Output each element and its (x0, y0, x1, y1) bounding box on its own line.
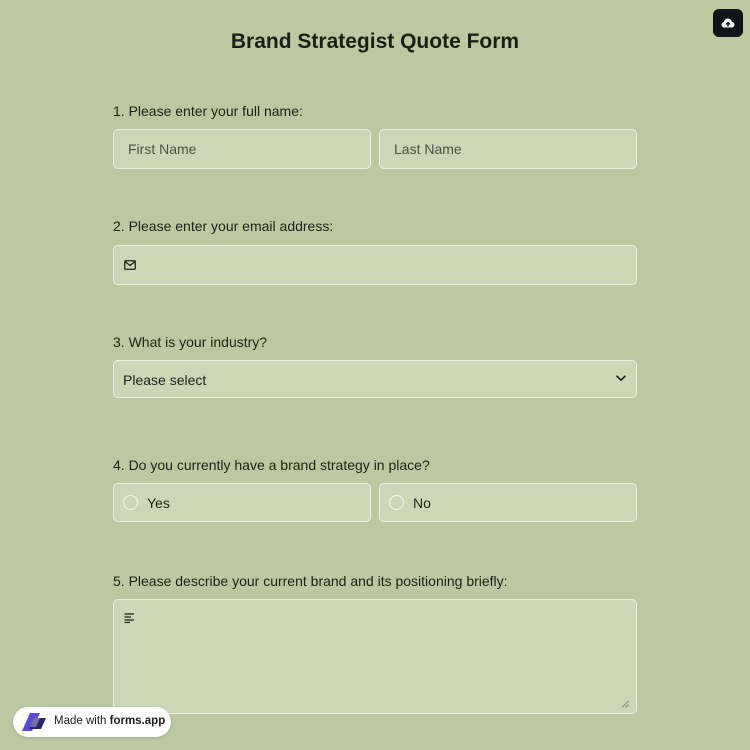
question-3-label: 3. What is your industry? (113, 334, 268, 350)
chevron-down-icon (616, 375, 626, 381)
resize-handle-icon[interactable] (621, 700, 629, 708)
radio-button-no[interactable] (389, 495, 404, 510)
question-2-label: 2. Please enter your email address: (113, 218, 334, 234)
forms-app-brand: forms.app (109, 715, 166, 727)
text-lines-icon (124, 613, 134, 623)
radio-option-yes[interactable]: Yes (113, 483, 371, 522)
cloud-upload-icon (721, 18, 735, 28)
question-4-label: 4. Do you currently have a brand strateg… (113, 457, 430, 473)
made-with-badge[interactable]: Made with forms.app (13, 707, 171, 737)
industry-select-value: Please select (123, 372, 207, 388)
last-name-placeholder: Last Name (394, 141, 462, 157)
first-name-input[interactable]: First Name (113, 129, 371, 169)
form-title: Brand Strategist Quote Form (230, 30, 520, 53)
radio-option-no[interactable]: No (379, 483, 637, 522)
last-name-input[interactable]: Last Name (379, 129, 637, 169)
radio-label-no: No (413, 495, 431, 511)
industry-select[interactable]: Please select (113, 360, 637, 398)
made-with-text: Made with forms.app (54, 715, 165, 727)
made-with-prefix: Made with (54, 715, 107, 727)
question-1-label: 1. Please enter your full name: (113, 103, 303, 119)
brand-description-textarea[interactable] (113, 599, 637, 714)
forms-app-logo-icon (22, 713, 46, 731)
first-name-placeholder: First Name (128, 141, 197, 157)
mail-icon (124, 260, 136, 270)
radio-button-yes[interactable] (123, 495, 138, 510)
email-input[interactable] (113, 245, 637, 285)
question-5-label: 5. Please describe your current brand an… (113, 573, 508, 589)
radio-label-yes: Yes (147, 495, 170, 511)
